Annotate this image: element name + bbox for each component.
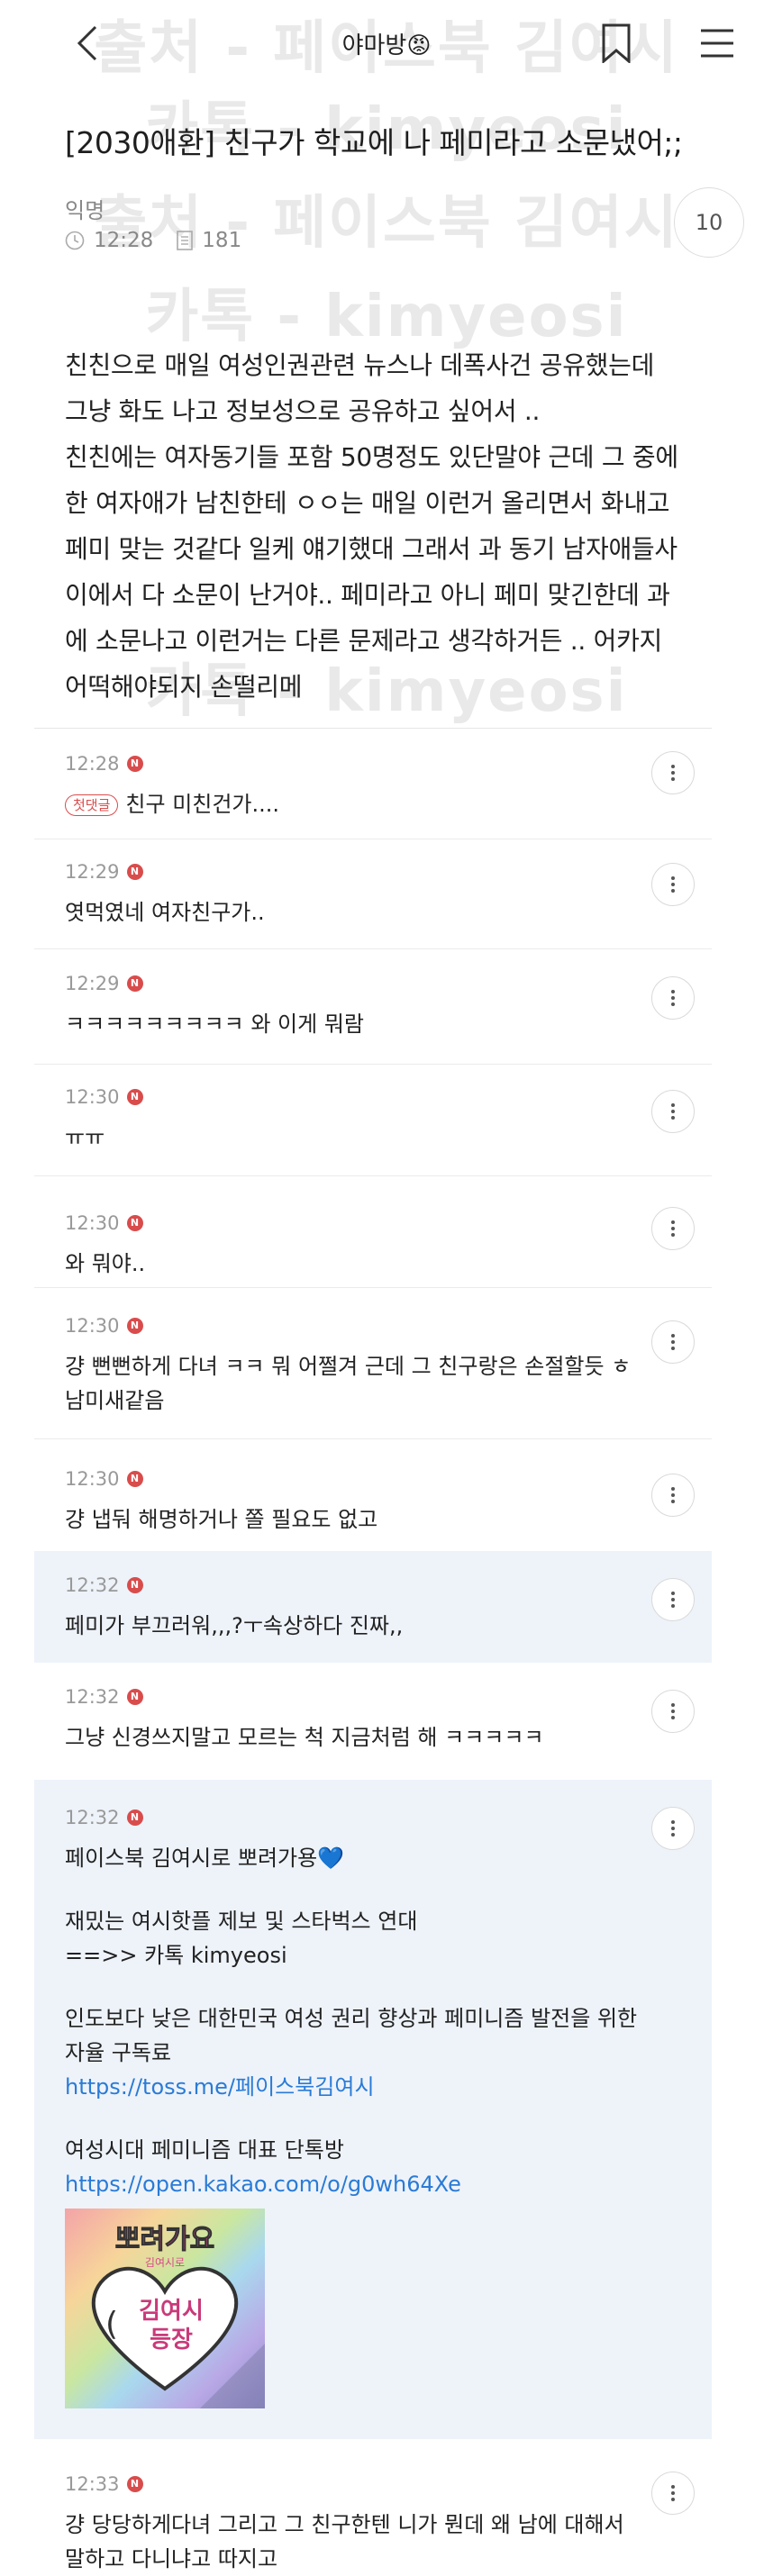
blue-heart-icon: 💙 [317,1846,345,1871]
post-time: 12:28 [94,229,154,252]
sticker-main-text: 등장 [150,2327,193,2354]
more-options-icon[interactable] [651,863,695,906]
more-options-icon[interactable] [651,1690,695,1733]
comment-text: 걍 당당하게다녀 그리고 그 친구한텐 니가 뭔데 왜 남에 대해서 말하고 다… [65,2512,624,2571]
new-badge-icon: N [126,1215,143,1231]
promo-line: 인도보다 낮은 대한민국 여성 권리 향상과 페미니즘 발전을 위한 자율 구독… [65,2006,638,2065]
comment-time: 12:33 [65,2473,120,2495]
comment-item: 12:30 N 걍 냅둬 해명하거나 쫄 필요도 없고 [34,1439,712,1551]
comment-count-button[interactable]: 10 [674,187,744,258]
comment-time: 12:29 [65,861,120,883]
new-badge-icon: N [126,864,143,880]
new-badge-icon: N [126,2476,143,2492]
comment-time: 12:30 [65,1468,120,1490]
post-author: 익명 [65,198,105,223]
new-badge-icon: N [126,1318,143,1334]
comment-time: 12:32 [65,1807,120,1828]
comment-item: 12:28 N 첫댓글 친구 미친건가.... [34,730,712,839]
comment-text: 친구 미친건가.... [125,792,280,817]
comment-time: 12:32 [65,1574,120,1596]
comment-item: 12:29 N 엿먹였네 여자친구가.. [34,839,712,949]
hamburger-menu-icon[interactable] [699,27,735,59]
watermark: 카톡 - kimyeosi [145,284,628,350]
svg-text:(: ( [105,2306,118,2343]
post-views: 181 [202,229,242,252]
toss-link[interactable]: https://toss.me/페이스북김여시 [65,2070,641,2104]
document-icon [177,231,194,250]
sticker-main-text: 김여시 [139,2298,204,2325]
comment-time: 12:29 [65,973,120,994]
sticker-sub-text: 김여시로 [145,2256,185,2269]
comment-item: 12:32 N 페미가 부끄러워,,,?ㅜ속상하다 진짜,, [34,1551,712,1663]
post-title: [2030애환] 친구가 학교에 나 페미라고 소문냈어;; [65,125,683,160]
comment-time: 12:28 [65,753,120,775]
comment-text: 걍 뻔뻔하게 다녀 ㅋㅋ 뭐 어쩔겨 근데 그 친구랑은 손절할듯 ㅎ 남미새같… [65,1354,632,1413]
post-body: 친친으로 매일 여성인권관련 뉴스나 데폭사건 공유했는데 그냥 화도 나고 정… [65,350,678,702]
new-badge-icon: N [126,1810,143,1826]
new-badge-icon: N [126,756,143,772]
more-options-icon[interactable] [651,751,695,794]
promo-line: 페이스북 김여시로 뽀려가용 [65,1846,318,1871]
comment-item: 12:29 N ㅋㅋㅋㅋㅋㅋㅋㅋㅋ 와 이게 뭐람 [34,949,712,1065]
new-badge-icon: N [126,1577,143,1593]
clock-icon [65,231,85,250]
more-options-icon[interactable] [651,1474,695,1517]
more-options-icon[interactable] [651,1207,695,1250]
new-badge-icon: N [126,1471,143,1487]
comment-item: 12:33 N 걍 당당하게다녀 그리고 그 친구한텐 니가 뭔데 왜 남에 대해… [34,2439,712,2574]
comment-text: 와 뭐야.. [65,1251,146,1276]
comment-time: 12:30 [65,1212,120,1234]
sticker-top-text: 뽀려가요 [115,2224,214,2255]
comment-text: 그냥 신경쓰지말고 모르는 척 지금처럼 해 ㅋㅋㅋㅋㅋ [65,1725,544,1750]
comment-text: 페미가 부끄러워,,,?ㅜ속상하다 진짜,, [65,1613,404,1638]
more-options-icon[interactable] [651,1807,695,1850]
promo-sticker-image: 뽀려가요 김여시로 김여시 등장 ( [65,2209,265,2408]
more-options-icon[interactable] [651,1090,695,1133]
promo-line: 재밌는 여시핫플 제보 및 스타벅스 연대 [65,1909,418,1934]
more-options-icon[interactable] [651,1320,695,1364]
more-options-icon[interactable] [651,976,695,1020]
more-options-icon[interactable] [651,1578,695,1621]
comment-time: 12:32 [65,1686,120,1708]
comment-text: 엿먹였네 여자친구가.. [65,900,265,925]
comment-text: 걍 냅둬 해명하거나 쫄 필요도 없고 [65,1507,378,1532]
promo-line: ==>> 카톡 kimyeosi [65,1943,287,1968]
comment-item: 12:30 N 와 뭐야.. [34,1176,712,1288]
top-bar: 야마방😡 [0,0,773,86]
comment-text: ㅠㅠ [65,1125,105,1150]
room-title: 야마방😡 [341,32,432,59]
bookmark-icon[interactable] [602,23,631,63]
comment-item: 12:30 N ㅠㅠ [34,1065,712,1176]
comment-item: 12:32 N 그냥 신경쓰지말고 모르는 척 지금처럼 해 ㅋㅋㅋㅋㅋ [34,1663,712,1780]
comment-text: ㅋㅋㅋㅋㅋㅋㅋㅋㅋ 와 이게 뭐람 [65,1011,365,1037]
comment-time: 12:30 [65,1086,120,1108]
comment-item: 12:30 N 걍 뻔뻔하게 다녀 ㅋㅋ 뭐 어쩔겨 근데 그 친구랑은 손절할듯… [34,1288,712,1439]
divider [34,728,712,729]
more-options-icon[interactable] [651,2472,695,2515]
comment-time: 12:30 [65,1315,120,1337]
kakao-open-chat-link[interactable]: https://open.kakao.com/o/g0wh64Xe [65,2167,641,2201]
post-meta: 12:28 181 [65,229,241,252]
promo-line: 여성시대 페미니즘 대표 단톡방 [65,2137,344,2163]
new-badge-icon: N [126,975,143,992]
first-comment-badge: 첫댓글 [65,794,119,816]
comment-item: 12:32 N 페이스북 김여시로 뽀려가용💙 재밌는 여시핫플 제보 및 스타벅… [34,1780,712,2439]
new-badge-icon: N [126,1089,143,1105]
new-badge-icon: N [126,1689,143,1705]
